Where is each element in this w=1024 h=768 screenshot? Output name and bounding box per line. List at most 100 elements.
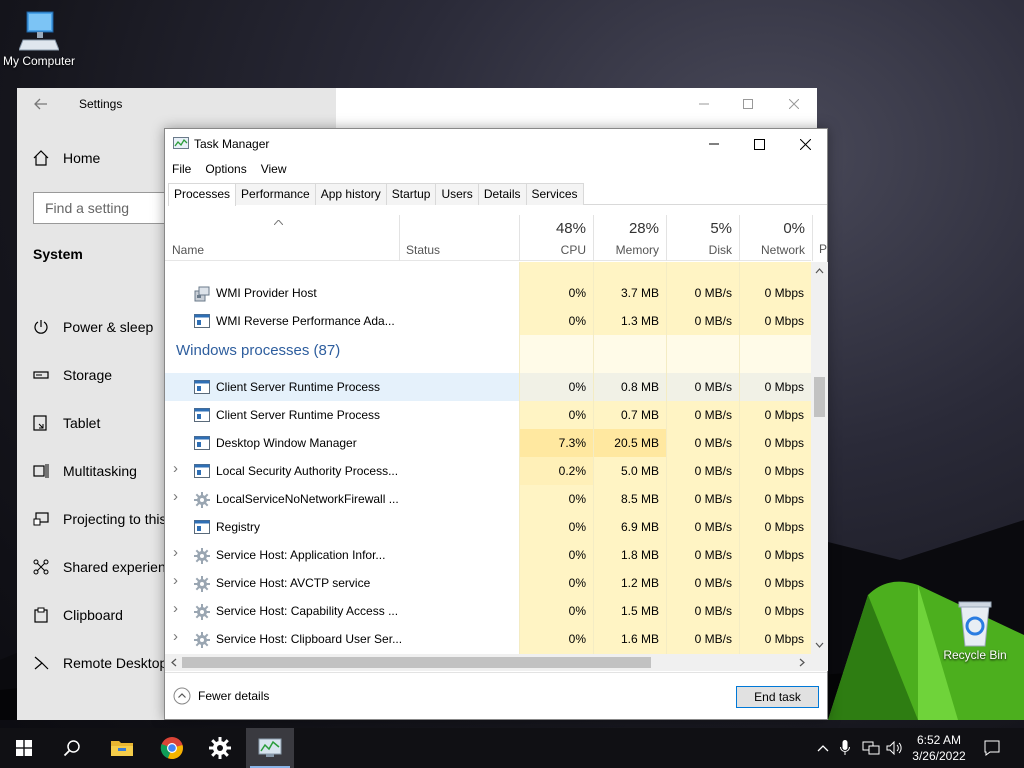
network-button[interactable] <box>860 728 882 768</box>
process-row[interactable]: WMI Provider Host 0% 3.7 MB 0 MB/s 0 Mbps <box>165 279 811 307</box>
column-header-name[interactable]: Name <box>165 215 399 261</box>
menu-view[interactable]: View <box>254 160 294 180</box>
process-name-cell[interactable]: › Service Host: AVCTP service <box>165 569 519 597</box>
process-name-cell[interactable]: › Local Security Authority Process... <box>165 457 519 485</box>
nav-label: Storage <box>63 367 113 383</box>
process-row[interactable]: Client Server Runtime Process 0% 0.8 MB 0 M… <box>165 373 811 401</box>
settings-section-title: System <box>33 246 83 262</box>
process-name-cell[interactable]: Registry <box>165 513 519 541</box>
minimize-button[interactable] <box>691 129 737 159</box>
column-header-disk[interactable]: 5% Disk <box>667 215 739 261</box>
process-name-cell[interactable]: Client Server Runtime Process <box>165 373 519 401</box>
process-row[interactable]: › Service Host: AVCTP service 0% 1.2 MB 0 MB… <box>165 569 811 597</box>
tab-processes[interactable]: Processes <box>168 183 237 206</box>
microphone-icon <box>840 740 850 755</box>
tab-services[interactable]: Services <box>525 183 584 205</box>
process-memory-cell: 1.6 MB <box>593 625 666 653</box>
process-row[interactable]: › Local Security Authority Process... 0.2%… <box>165 457 811 485</box>
menu-options[interactable]: Options <box>198 160 253 180</box>
window-process-icon <box>194 520 210 537</box>
action-center-button[interactable] <box>978 728 1006 768</box>
vertical-scroll-thumb[interactable] <box>814 377 825 417</box>
horizontal-scroll-thumb[interactable] <box>182 657 651 668</box>
process-group-header[interactable]: Windows processes (87) <box>165 335 811 373</box>
column-divider <box>812 215 813 261</box>
expand-chevron-icon[interactable]: › <box>173 460 178 477</box>
process-name: WMI Provider Host <box>216 286 317 300</box>
settings-close-button[interactable] <box>771 92 817 116</box>
process-name-cell[interactable]: Desktop Window Manager <box>165 429 519 457</box>
process-row[interactable]: › Service Host: Capability Access ... 0% 1.… <box>165 597 811 625</box>
task-manager-taskbar-button[interactable] <box>246 728 294 768</box>
process-name-cell[interactable]: › Service Host: Application Infor... <box>165 541 519 569</box>
back-arrow-icon[interactable] <box>33 96 49 112</box>
process-name: WMI Reverse Performance Ada... <box>216 314 395 328</box>
tab-users[interactable]: Users <box>435 183 479 205</box>
maximize-button[interactable] <box>736 129 782 159</box>
tab-app-history[interactable]: App history <box>314 183 387 205</box>
column-header-network[interactable]: 0% Network <box>740 215 812 261</box>
nav-label: Tablet <box>63 415 101 431</box>
process-row[interactable]: › Service Host: Clipboard User Ser... 0% 1.… <box>165 625 811 653</box>
close-button[interactable] <box>782 129 828 159</box>
expand-chevron-icon[interactable]: › <box>173 544 178 561</box>
process-row[interactable]: › Service Host: Application Infor... 0% 1.8… <box>165 541 811 569</box>
settings-home-link[interactable]: Home <box>33 150 100 166</box>
maximize-icon <box>753 138 765 150</box>
process-disk-cell <box>666 262 739 279</box>
expand-chevron-icon[interactable]: › <box>173 600 178 617</box>
desktop-icon-my-computer[interactable]: My Computer <box>0 10 78 68</box>
menu-file[interactable]: File <box>165 160 198 180</box>
end-task-button[interactable]: End task <box>736 686 819 708</box>
process-name-cell[interactable]: › LocalServiceNoNetworkFirewall ... <box>165 485 519 513</box>
column-header-cpu[interactable]: 48% CPU <box>520 215 593 261</box>
start-button[interactable] <box>0 728 48 768</box>
process-row[interactable]: › LocalServiceNoNetworkFirewall ... 0% 8.5 … <box>165 485 811 513</box>
process-memory-cell: 8.5 MB <box>593 485 666 513</box>
fewer-details-button[interactable]: Fewer details <box>173 687 269 705</box>
process-name-cell[interactable]: WMI Reverse Performance Ada... <box>165 307 519 335</box>
process-cpu-cell: 0% <box>519 597 593 625</box>
task-manager-titlebar[interactable]: Task Manager <box>165 129 827 159</box>
search-button[interactable] <box>48 728 96 768</box>
process-row-partial <box>165 262 811 279</box>
process-row[interactable]: Client Server Runtime Process 0% 0.7 MB 0 M… <box>165 401 811 429</box>
desktop-icon-recycle-bin[interactable]: Recycle Bin <box>938 600 1012 662</box>
process-name: Service Host: Clipboard User Ser... <box>216 632 403 646</box>
tab-startup[interactable]: Startup <box>385 183 437 205</box>
expand-chevron-icon[interactable]: › <box>173 488 178 505</box>
nav-label: Clipboard <box>63 607 123 623</box>
process-name-cell[interactable]: Client Server Runtime Process <box>165 401 519 429</box>
process-row[interactable]: Desktop Window Manager 7.3% 20.5 MB 0 MB/s 0… <box>165 429 811 457</box>
clock[interactable]: 6:52 AM 3/26/2022 <box>904 732 974 764</box>
column-header-memory[interactable]: 28% Memory <box>594 215 666 261</box>
process-name-cell[interactable]: › Service Host: Clipboard User Ser... <box>165 625 519 653</box>
process-disk-cell: 0 MB/s <box>666 279 739 307</box>
expand-chevron-icon[interactable]: › <box>173 628 178 645</box>
process-name-cell[interactable]: WMI Provider Host <box>165 279 519 307</box>
horizontal-scrollbar[interactable] <box>165 654 811 671</box>
process-network-cell: 0 Mbps <box>739 625 811 653</box>
volume-button[interactable] <box>884 728 906 768</box>
tab-details[interactable]: Details <box>477 183 527 205</box>
settings-minimize-button[interactable] <box>681 92 727 116</box>
process-name-cell[interactable]: › Service Host: Capability Access ... <box>165 597 519 625</box>
window-process-icon <box>194 380 210 397</box>
vertical-scrollbar[interactable] <box>811 262 828 654</box>
chrome-button[interactable] <box>148 728 196 768</box>
settings-taskbar-button[interactable] <box>196 728 244 768</box>
process-row[interactable]: Registry 0% 6.9 MB 0 MB/s 0 Mbps <box>165 513 811 541</box>
file-explorer-button[interactable] <box>98 728 146 768</box>
column-header-status[interactable]: Status <box>400 215 519 261</box>
tray-overflow-button[interactable] <box>814 728 832 768</box>
microphone-button[interactable] <box>836 728 854 768</box>
process-row[interactable]: WMI Reverse Performance Ada... 0% 1.3 MB 0 … <box>165 307 811 335</box>
tab-performance[interactable]: Performance <box>235 183 316 205</box>
storage-icon <box>33 371 49 379</box>
nav-label: Power & sleep <box>63 319 154 335</box>
clipboard-icon <box>34 607 48 623</box>
expand-chevron-icon[interactable]: › <box>173 572 178 589</box>
settings-maximize-button[interactable] <box>725 92 771 116</box>
process-disk-cell: 0 MB/s <box>666 625 739 653</box>
group-memory-cell <box>593 335 666 373</box>
